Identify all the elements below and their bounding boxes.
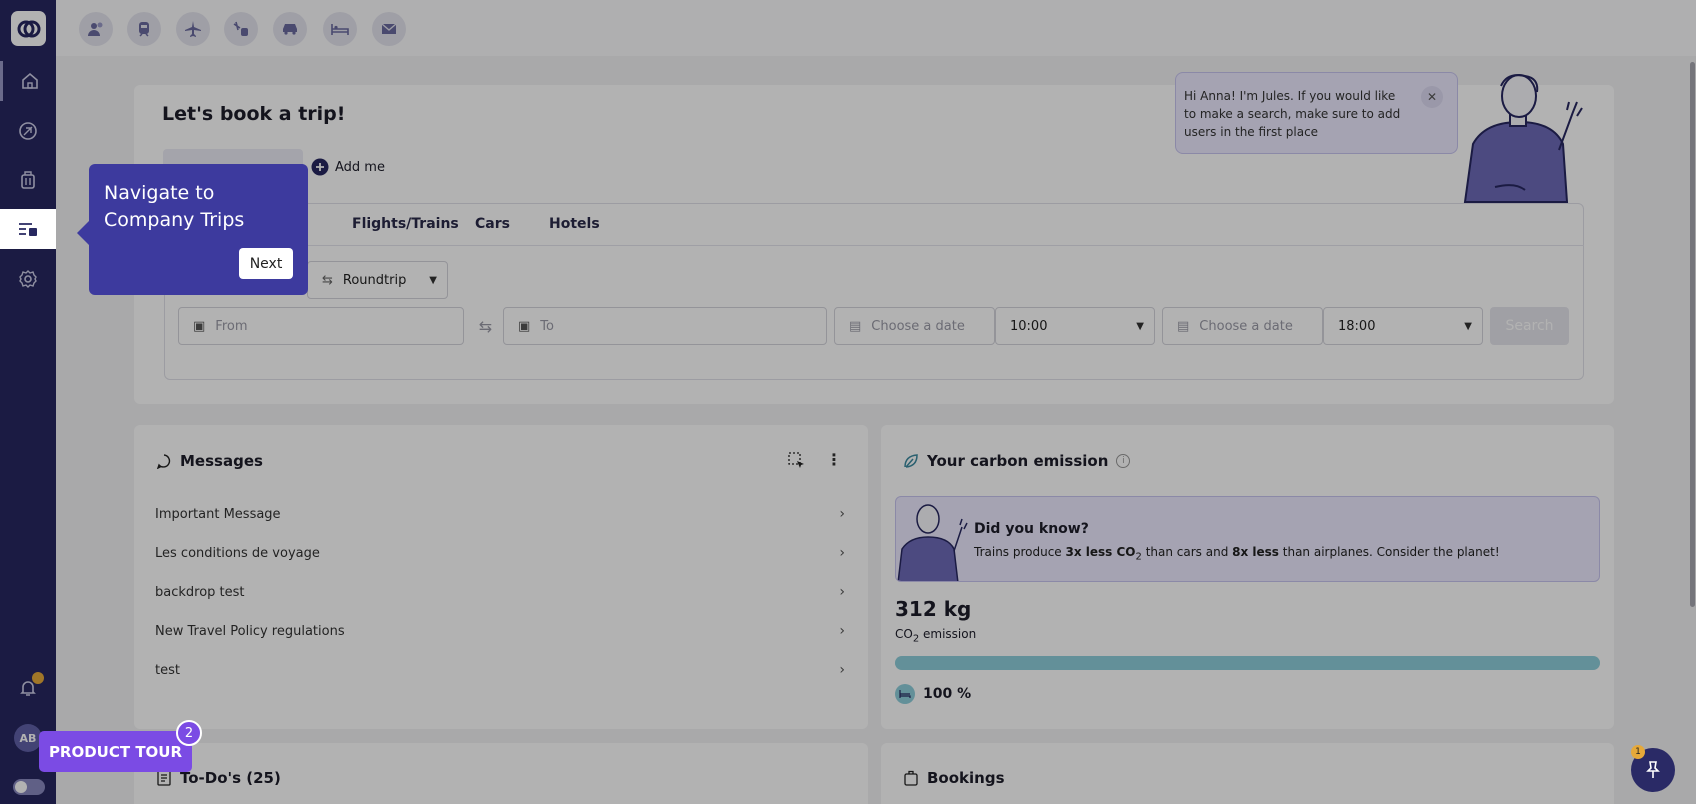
sidebar-item-company-trips[interactable] [0,209,56,249]
tour-backdrop-sidebar-top [0,0,56,209]
pin-badge: 1 [1631,745,1645,759]
tour-backdrop [56,0,1696,804]
tour-backdrop-sidebar-bottom [0,249,56,804]
pin-icon [1646,761,1660,778]
product-tour-button[interactable]: PRODUCT TOUR [39,731,192,772]
tour-popup: Navigate to Company Trips Next [77,164,308,295]
tour-popup-title: Navigate to Company Trips [104,182,245,231]
company-trips-icon [19,223,37,236]
tour-next-button[interactable]: Next [239,248,293,279]
tour-step-badge: 2 [176,720,202,746]
